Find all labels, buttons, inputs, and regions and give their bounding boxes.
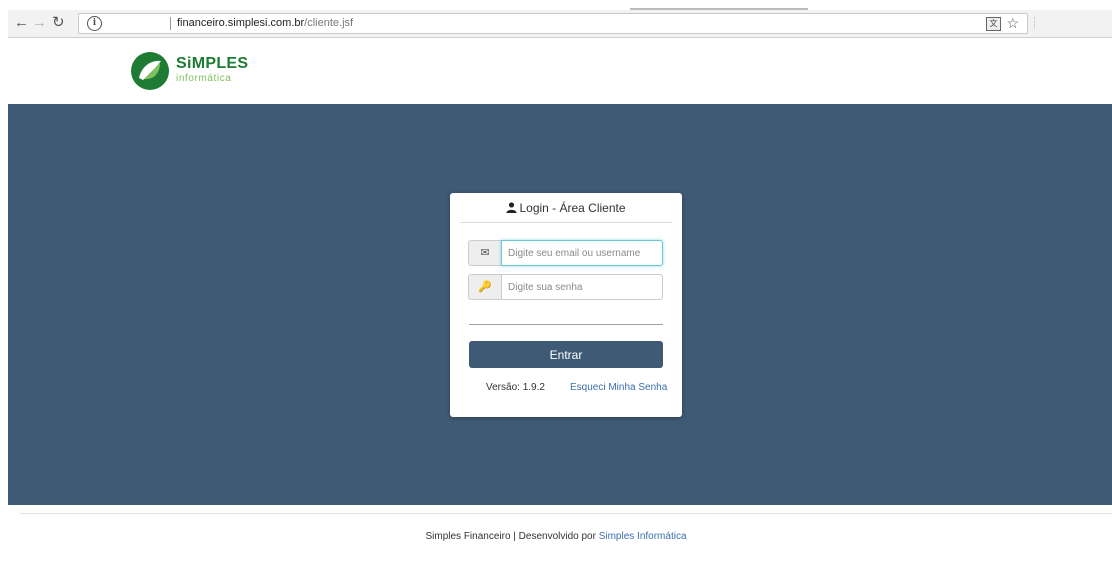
key-icon: 🔑 xyxy=(468,274,501,300)
url-host: financeiro.simplesi.com.br xyxy=(177,17,305,29)
page-left-edge xyxy=(0,38,8,568)
site-header: SiMPLES informática xyxy=(8,38,1112,104)
password-input[interactable] xyxy=(501,274,663,300)
translate-icon[interactable]: 文 xyxy=(986,17,1001,31)
email-input[interactable] xyxy=(501,240,663,266)
footer-text: Simples Financeiro | Desenvolvido por xyxy=(425,531,599,542)
browser-toolbar: ← → ↻ i financeiro.simplesi.com.br/clien… xyxy=(8,10,1112,38)
arrow-right-icon[interactable]: → xyxy=(32,15,47,31)
login-button[interactable]: Entrar xyxy=(469,341,663,368)
main-area: Login - Área Cliente ✉ 🔑 Entrar Versão: … xyxy=(8,104,1112,505)
divider xyxy=(469,324,663,325)
address-bar[interactable]: i financeiro.simplesi.com.br/cliente.jsf… xyxy=(78,13,1028,34)
footer-divider xyxy=(20,513,1112,514)
password-input-group: 🔑 xyxy=(468,274,663,300)
login-title: Login - Área Cliente xyxy=(460,202,672,223)
info-icon[interactable]: i xyxy=(87,16,102,31)
footer: Simples Financeiro | Desenvolvido por Si… xyxy=(0,531,1112,542)
menu-dots-icon[interactable] xyxy=(1034,17,1037,29)
email-input-group: ✉ xyxy=(468,240,663,266)
arrow-left-icon[interactable]: ← xyxy=(14,15,29,31)
login-title-text: Login - Área Cliente xyxy=(519,201,626,215)
version-text: Versão: 1.9.2 xyxy=(486,382,545,393)
reload-icon[interactable]: ↻ xyxy=(52,15,65,31)
logo-mark-icon xyxy=(131,52,169,90)
star-icon[interactable]: ☆ xyxy=(1006,15,1019,31)
url-text[interactable]: financeiro.simplesi.com.br/cliente.jsf xyxy=(177,17,353,29)
address-separator xyxy=(170,17,171,30)
footer-link[interactable]: Simples Informática xyxy=(599,531,687,542)
logo-subtext: informática xyxy=(176,73,232,84)
user-icon xyxy=(506,202,518,213)
envelope-icon: ✉ xyxy=(468,240,501,266)
url-path: /cliente.jsf xyxy=(304,17,354,29)
logo-text: SiMPLES xyxy=(176,55,249,72)
login-card: Login - Área Cliente ✉ 🔑 Entrar Versão: … xyxy=(450,193,682,417)
forgot-password-link[interactable]: Esqueci Minha Senha xyxy=(570,382,667,393)
